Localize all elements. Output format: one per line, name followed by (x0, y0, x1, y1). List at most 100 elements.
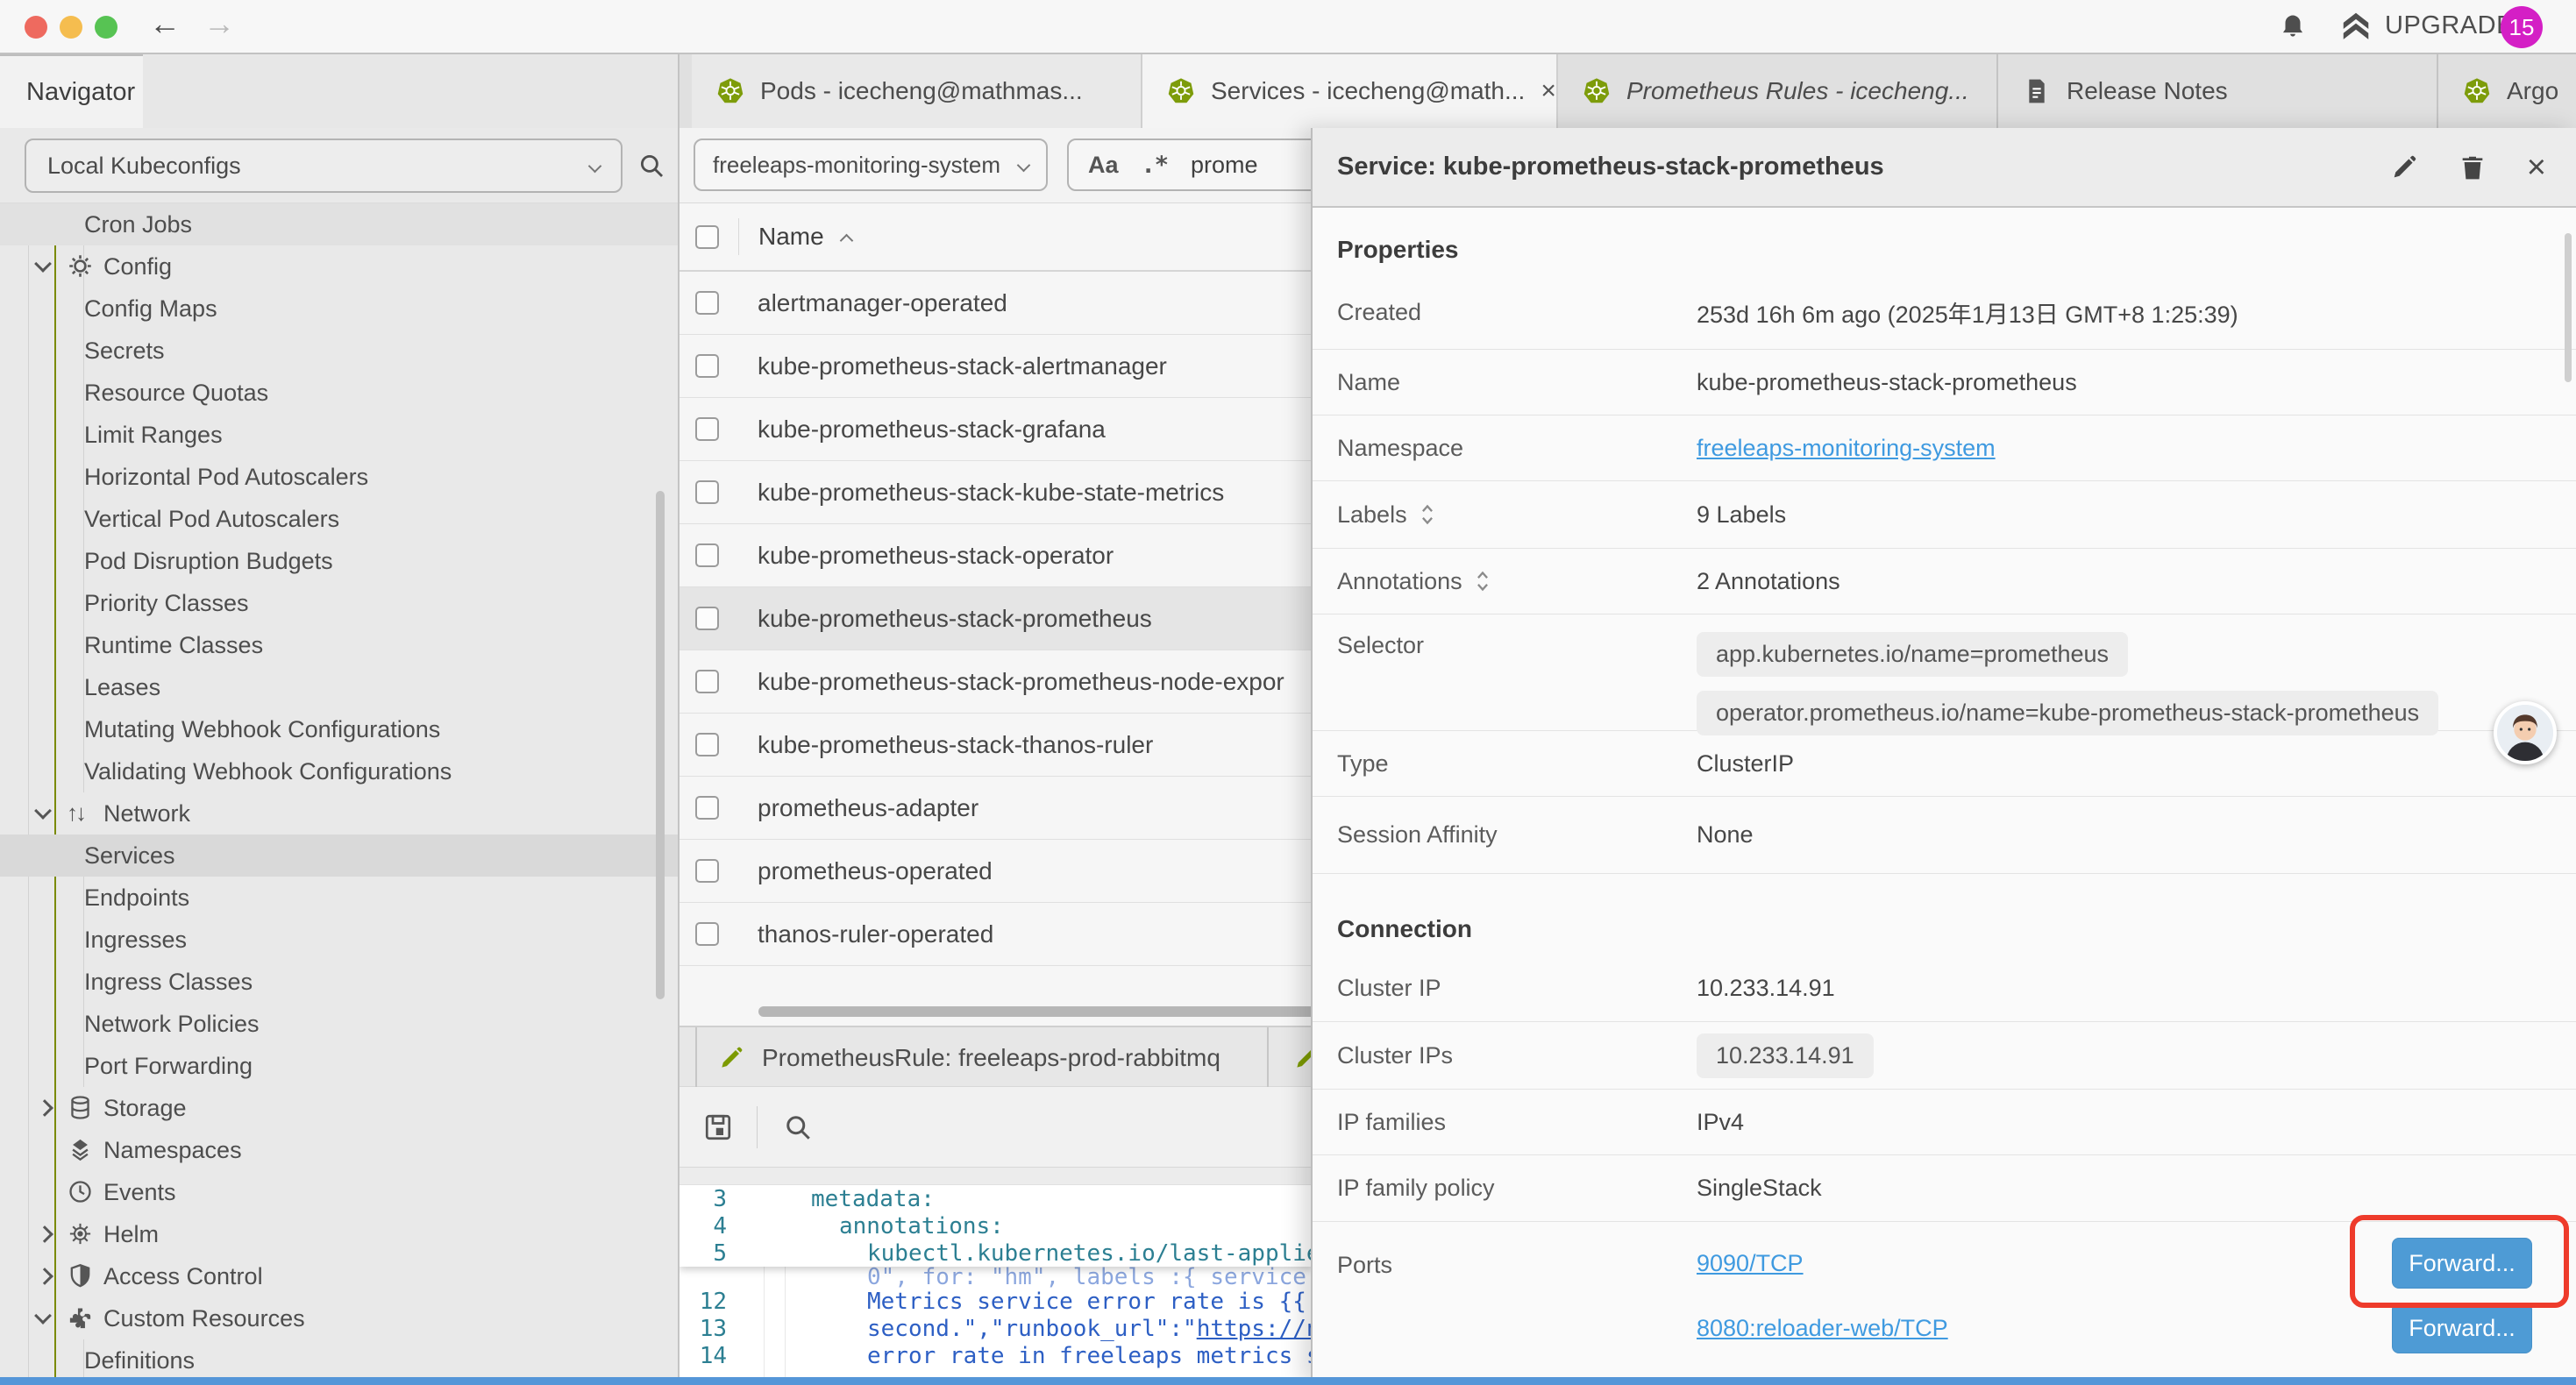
selector-chip[interactable]: app.kubernetes.io/name=prometheus (1697, 632, 2128, 677)
forward-button[interactable]: Forward... (2392, 1303, 2532, 1353)
app-tab[interactable]: Release Notes (1998, 54, 2438, 128)
app-tab[interactable]: Argo Se (2438, 54, 2566, 128)
sidebar-item-cron-jobs[interactable]: Cron Jobs (0, 203, 680, 245)
sidebar-item-limit-ranges[interactable]: Limit Ranges (0, 414, 680, 456)
sidebar-item-helm[interactable]: Helm (0, 1213, 680, 1255)
drawer-scrollbar[interactable] (2565, 233, 2572, 382)
port-link[interactable]: 9090/TCP (1697, 1250, 1804, 1277)
sidebar-item-port-forwarding[interactable]: Port Forwarding (0, 1045, 680, 1087)
sidebar-item-custom-resources[interactable]: Custom Resources (0, 1297, 680, 1339)
row-checkbox[interactable] (695, 543, 719, 567)
sidebar-item-config-maps[interactable]: Config Maps (0, 288, 680, 330)
sidebar-item-resource-quotas[interactable]: Resource Quotas (0, 372, 680, 414)
row-checkbox[interactable] (695, 291, 719, 315)
bell-icon[interactable] (2278, 12, 2308, 42)
search-icon[interactable] (782, 1112, 814, 1143)
app-tab[interactable]: Services - icecheng@math...× (1142, 54, 1558, 128)
table-row[interactable]: prometheus-adapter (680, 777, 1313, 840)
table-row[interactable]: kube-prometheus-stack-grafana (680, 398, 1313, 461)
sidebar-item-services[interactable]: Services (0, 835, 680, 877)
sidebar-item-mutating-webhook-configurations[interactable]: Mutating Webhook Configurations (0, 708, 680, 750)
sidebar-item-secrets[interactable]: Secrets (0, 330, 680, 372)
sidebar-item-events[interactable]: Events (0, 1171, 680, 1213)
sidebar-item-ingress-classes[interactable]: Ingress Classes (0, 961, 680, 1003)
yaml-editor[interactable]: 3metadata:4annotations:5kubectl.kubernet… (680, 1185, 1313, 1385)
close-icon[interactable]: × (2527, 151, 2546, 184)
close-tab-icon[interactable]: × (1541, 76, 1556, 106)
sidebar-item-pod-disruption-budgets[interactable]: Pod Disruption Budgets (0, 540, 680, 582)
assistant-avatar[interactable] (2494, 701, 2557, 764)
chevron-right-icon[interactable] (36, 1225, 53, 1243)
editor-tab[interactable]: PrometheusRule: freeleaps-prod-rabbitmq (695, 1027, 1269, 1089)
sidebar-item-access-control[interactable]: Access Control (0, 1255, 680, 1297)
horizontal-scrollbar[interactable] (758, 1006, 1313, 1017)
editor-tab-partial[interactable] (1293, 1027, 1313, 1089)
code-link[interactable]: https://net (1197, 1316, 1313, 1342)
table-row[interactable]: kube-prometheus-stack-operator (680, 524, 1313, 587)
sidebar-item-horizontal-pod-autoscalers[interactable]: Horizontal Pod Autoscalers (0, 456, 680, 498)
forward-arrow-icon[interactable]: → (203, 5, 235, 42)
table-row[interactable]: kube-prometheus-stack-alertmanager (680, 335, 1313, 398)
sidebar-item-endpoints[interactable]: Endpoints (0, 877, 680, 919)
chevron-right-icon[interactable] (36, 1268, 53, 1285)
selector-chip[interactable]: operator.prometheus.io/name=kube-prometh… (1697, 691, 2438, 735)
table-row[interactable]: kube-prometheus-stack-prometheus-node-ex… (680, 650, 1313, 714)
sidebar-item-priority-classes[interactable]: Priority Classes (0, 582, 680, 624)
namespace-link[interactable]: freeleaps-monitoring-system (1697, 435, 1996, 462)
cluster-ips-chip[interactable]: 10.233.14.91 (1697, 1033, 1874, 1078)
table-row[interactable]: kube-prometheus-stack-thanos-ruler (680, 714, 1313, 777)
namespace-select[interactable]: freeleaps-monitoring-system (694, 138, 1048, 191)
app-tab[interactable]: Pods - icecheng@mathmas... (692, 54, 1142, 128)
maximize-window-button[interactable] (95, 16, 117, 39)
sidebar-item-ingresses[interactable]: Ingresses (0, 919, 680, 961)
expand-collapse-icon[interactable] (1420, 502, 1435, 527)
row-checkbox[interactable] (695, 607, 719, 630)
table-row[interactable]: thanos-ruler-operated (680, 903, 1313, 966)
sidebar-item-leases[interactable]: Leases (0, 666, 680, 708)
search-icon[interactable] (637, 151, 666, 181)
sidebar-item-definitions[interactable]: Definitions (0, 1339, 680, 1381)
forward-button[interactable]: Forward... (2392, 1238, 2532, 1289)
table-row[interactable]: alertmanager-operated (680, 272, 1313, 335)
row-checkbox[interactable] (695, 480, 719, 504)
port-link[interactable]: 8080:reloader-web/TCP (1697, 1315, 1948, 1342)
row-checkbox[interactable] (695, 417, 719, 441)
sidebar-item-network-policies[interactable]: Network Policies (0, 1003, 680, 1045)
sidebar-item-validating-webhook-configurations[interactable]: Validating Webhook Configurations (0, 750, 680, 792)
table-row[interactable]: kube-prometheus-stack-kube-state-metrics (680, 461, 1313, 524)
row-checkbox[interactable] (695, 354, 719, 378)
delete-trash-icon[interactable] (2459, 153, 2487, 181)
sidebar-item-runtime-classes[interactable]: Runtime Classes (0, 624, 680, 666)
row-checkbox[interactable] (695, 670, 719, 693)
chevron-right-icon[interactable] (36, 1099, 53, 1117)
select-all-checkbox[interactable] (695, 225, 719, 249)
edit-pencil-icon[interactable] (2390, 153, 2418, 181)
sidebar-item-config[interactable]: Config (0, 245, 680, 288)
search-input[interactable]: Aa .* prome (1067, 138, 1313, 191)
minimize-window-button[interactable] (60, 16, 82, 39)
row-checkbox[interactable] (695, 859, 719, 883)
notification-badge[interactable]: 15 (2501, 6, 2543, 48)
sidebar-item-vertical-pod-autoscalers[interactable]: Vertical Pod Autoscalers (0, 498, 680, 540)
save-icon[interactable] (702, 1112, 734, 1143)
app-tab[interactable]: Prometheus Rules - icecheng... (1558, 54, 1998, 128)
expand-collapse-icon[interactable] (1475, 569, 1491, 593)
upgrade-button[interactable]: UPGRADE (2339, 9, 2514, 42)
chevron-down-icon[interactable] (34, 802, 52, 820)
regex-toggle[interactable]: .* (1142, 152, 1169, 179)
sidebar-scrollbar[interactable] (656, 491, 665, 999)
table-row[interactable]: kube-prometheus-stack-prometheus (680, 587, 1313, 650)
sort-ascending-icon[interactable] (839, 233, 853, 247)
sidebar-item-storage[interactable]: Storage (0, 1087, 680, 1129)
row-checkbox[interactable] (695, 922, 719, 946)
navigator-panel-tab[interactable]: Navigator (0, 54, 143, 128)
back-arrow-icon[interactable]: ← (149, 5, 181, 42)
kubeconfig-select[interactable]: Local Kubeconfigs (25, 138, 623, 193)
name-column-header[interactable]: Name (758, 223, 824, 251)
row-checkbox[interactable] (695, 796, 719, 820)
chevron-down-icon[interactable] (34, 1307, 52, 1325)
sidebar-item-namespaces[interactable]: Namespaces (0, 1129, 680, 1171)
sidebar-item-network[interactable]: ↑↓Network (0, 792, 680, 835)
match-case-toggle[interactable]: Aa (1088, 152, 1119, 179)
close-window-button[interactable] (25, 16, 47, 39)
